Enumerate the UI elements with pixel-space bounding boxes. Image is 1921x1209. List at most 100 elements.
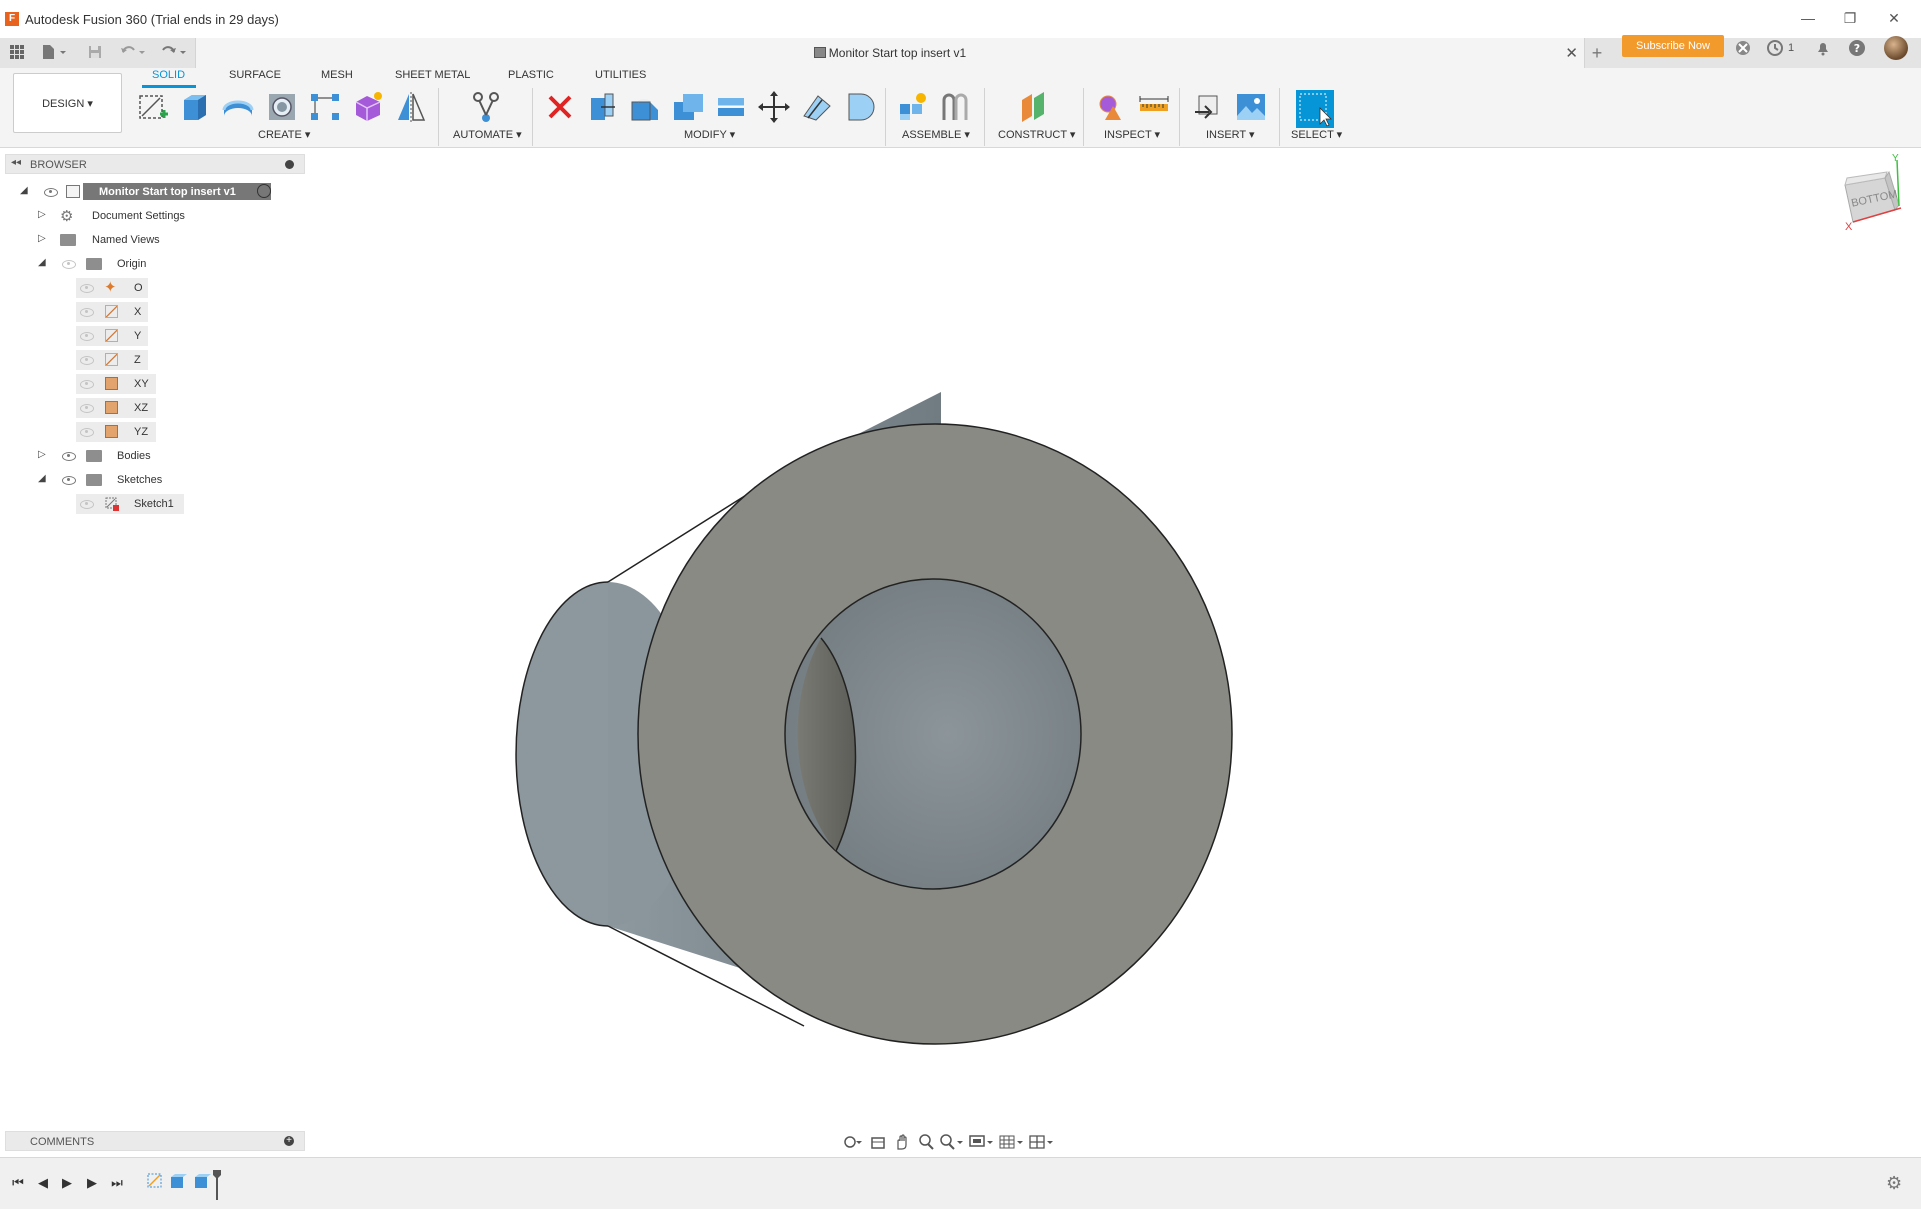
expand-triangle-icon[interactable]: ▷ xyxy=(38,233,46,244)
chamfer-icon[interactable] xyxy=(671,90,705,124)
tab-plastic[interactable]: PLASTIC xyxy=(508,69,554,81)
pan-icon[interactable] xyxy=(892,1133,912,1151)
collapse-triangle-icon[interactable]: ◢ xyxy=(38,257,46,268)
measure-icon[interactable] xyxy=(1137,90,1171,124)
play-icon[interactable]: ▶ xyxy=(57,1173,77,1193)
timeline-settings-gear-icon[interactable]: ⚙ xyxy=(1886,1173,1902,1194)
tree-item-y-axis[interactable]: Y xyxy=(76,326,148,346)
restore-button[interactable]: ❐ xyxy=(1835,8,1865,28)
model-canvas[interactable] xyxy=(310,150,1921,1150)
assemble-group-label[interactable]: ASSEMBLE ▾ xyxy=(902,128,970,141)
job-status-icon[interactable] xyxy=(1765,39,1785,59)
hidden-eye-icon[interactable] xyxy=(80,404,94,413)
tab-sheet-metal[interactable]: SHEET METAL xyxy=(395,69,470,81)
tab-surface[interactable]: SURFACE xyxy=(229,69,281,81)
hidden-eye-icon[interactable] xyxy=(80,428,94,437)
delete-icon[interactable] xyxy=(543,90,577,124)
help-icon[interactable]: ? xyxy=(1847,39,1867,59)
hole-icon[interactable] xyxy=(265,90,299,124)
move-copy-icon[interactable] xyxy=(757,90,791,124)
document-tab[interactable]: Monitor Start top insert v1 ✕ xyxy=(195,38,1585,68)
scale-icon[interactable] xyxy=(843,90,877,124)
close-window-button[interactable]: ✕ xyxy=(1879,8,1909,28)
interference-icon[interactable] xyxy=(1095,90,1129,124)
automate-icon[interactable] xyxy=(469,90,503,124)
viewcube[interactable]: BOTTOM X Y xyxy=(1825,150,1915,250)
zoom-icon[interactable] xyxy=(916,1133,936,1151)
save-icon[interactable] xyxy=(87,44,103,62)
orbit-icon[interactable] xyxy=(842,1133,862,1151)
visibility-eye-icon[interactable] xyxy=(62,476,76,485)
split-body-icon[interactable] xyxy=(800,90,834,124)
insert-group-label[interactable]: INSERT ▾ xyxy=(1206,128,1255,141)
hidden-eye-icon[interactable] xyxy=(80,500,94,509)
mirror-icon[interactable] xyxy=(394,90,428,124)
tree-item-x-axis[interactable]: X xyxy=(76,302,148,322)
expand-triangle-icon[interactable]: ▷ xyxy=(38,209,46,220)
visibility-eye-icon[interactable] xyxy=(62,452,76,461)
tree-root-component[interactable]: ◢ Monitor Start top insert v1 xyxy=(20,182,280,202)
fillet-icon[interactable] xyxy=(628,90,662,124)
hidden-eye-icon[interactable] xyxy=(80,308,94,317)
browser-pin-icon[interactable] xyxy=(285,160,294,169)
tree-item-xz-plane[interactable]: XZ xyxy=(76,398,156,418)
tree-item-document-settings[interactable]: ▷ ⚙ Document Settings xyxy=(38,206,238,226)
hidden-eye-icon[interactable] xyxy=(80,356,94,365)
hidden-eye-icon[interactable] xyxy=(80,284,94,293)
tree-item-origin-point[interactable]: ✦ O xyxy=(76,278,148,298)
skip-start-icon[interactable]: ⏮ xyxy=(8,1173,28,1193)
grid-settings-icon[interactable] xyxy=(998,1133,1023,1151)
tab-solid[interactable]: SOLID xyxy=(152,69,185,81)
file-menu-icon[interactable] xyxy=(40,44,68,62)
timeline-extrude-feature-icon[interactable] xyxy=(169,1172,187,1190)
collapse-browser-button[interactable]: ◂◂ xyxy=(11,157,21,168)
modify-group-label[interactable]: MODIFY ▾ xyxy=(684,128,735,141)
minimize-button[interactable]: — xyxy=(1793,8,1823,28)
app-grid-icon[interactable] xyxy=(9,44,25,62)
select-icon[interactable] xyxy=(1296,90,1334,128)
collapse-triangle-icon[interactable]: ◢ xyxy=(20,185,28,196)
collapse-triangle-icon[interactable]: ◢ xyxy=(38,473,46,484)
tree-item-xy-plane[interactable]: XY xyxy=(76,374,156,394)
shell-icon[interactable] xyxy=(714,90,748,124)
redo-icon[interactable] xyxy=(160,44,188,62)
tree-item-sketches[interactable]: ◢ Sketches xyxy=(38,470,238,490)
inspect-group-label[interactable]: INSPECT ▾ xyxy=(1104,128,1160,141)
revolve-icon[interactable] xyxy=(221,90,255,124)
new-tab-button[interactable]: + xyxy=(1587,43,1607,63)
insert-derive-icon[interactable] xyxy=(1191,90,1225,124)
create-sketch-icon[interactable] xyxy=(136,90,170,124)
extrude-icon[interactable] xyxy=(178,90,212,124)
new-component-icon[interactable] xyxy=(896,90,930,124)
tab-mesh[interactable]: MESH xyxy=(321,69,353,81)
timeline-sketch-feature-icon[interactable] xyxy=(146,1172,164,1190)
offset-plane-icon[interactable] xyxy=(1016,90,1050,124)
hidden-eye-icon[interactable] xyxy=(80,332,94,341)
close-document-tab-button[interactable]: ✕ xyxy=(1565,44,1578,62)
tree-item-bodies[interactable]: ▷ Bodies xyxy=(38,446,238,466)
timeline-extrude-feature-icon[interactable] xyxy=(193,1172,211,1190)
user-avatar[interactable] xyxy=(1884,36,1908,60)
create-group-label[interactable]: CREATE ▾ xyxy=(258,128,310,141)
press-pull-icon[interactable] xyxy=(585,90,619,124)
workspace-switcher-button[interactable]: DESIGN ▾ xyxy=(13,73,122,133)
zoom-window-icon[interactable] xyxy=(938,1133,963,1151)
tab-utilities[interactable]: UTILITIES xyxy=(595,69,646,81)
viewports-icon[interactable] xyxy=(1028,1133,1053,1151)
display-settings-icon[interactable] xyxy=(968,1133,993,1151)
tree-item-z-axis[interactable]: Z xyxy=(76,350,148,370)
canvas-image-icon[interactable] xyxy=(1234,90,1268,124)
extensions-icon[interactable] xyxy=(1733,39,1753,59)
undo-icon[interactable] xyxy=(119,44,147,62)
skip-end-icon[interactable]: ⏭ xyxy=(107,1173,127,1193)
automate-group-label[interactable]: AUTOMATE ▾ xyxy=(453,128,522,141)
joint-icon[interactable] xyxy=(938,90,972,124)
hidden-eye-icon[interactable] xyxy=(80,380,94,389)
expand-triangle-icon[interactable]: ▷ xyxy=(38,449,46,460)
visibility-eye-icon[interactable] xyxy=(44,188,58,197)
select-group-label[interactable]: SELECT ▾ xyxy=(1291,128,1342,141)
tree-item-yz-plane[interactable]: YZ xyxy=(76,422,156,442)
create-form-icon[interactable] xyxy=(351,90,385,124)
tree-item-origin[interactable]: ◢ Origin xyxy=(38,254,238,274)
look-at-icon[interactable] xyxy=(868,1133,888,1151)
